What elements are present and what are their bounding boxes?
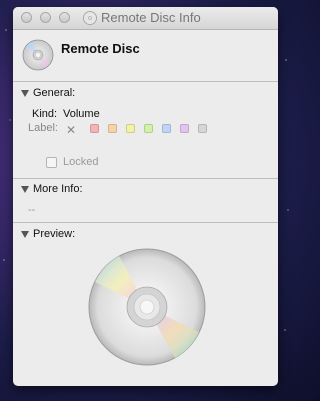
label-red[interactable] bbox=[90, 124, 99, 133]
section-preview[interactable]: Preview: bbox=[21, 228, 75, 240]
separator bbox=[13, 222, 278, 223]
kind-value: Volume bbox=[63, 108, 100, 120]
window-title-text: Remote Disc Info bbox=[101, 10, 201, 25]
disclosure-triangle-icon[interactable] bbox=[21, 185, 29, 193]
disc-icon bbox=[22, 39, 54, 71]
label-gray[interactable] bbox=[198, 124, 207, 133]
kind-label: Kind: bbox=[32, 108, 58, 120]
x-icon[interactable]: ✕ bbox=[66, 123, 76, 137]
section-more-info[interactable]: More Info: bbox=[21, 183, 83, 195]
label-orange[interactable] bbox=[108, 124, 117, 133]
locked-checkbox[interactable] bbox=[46, 157, 57, 168]
disc-preview-icon bbox=[88, 248, 206, 366]
disclosure-triangle-icon[interactable] bbox=[21, 89, 29, 97]
minimize-button[interactable] bbox=[40, 12, 51, 23]
disc-icon bbox=[83, 10, 97, 25]
label-green[interactable] bbox=[144, 124, 153, 133]
label-purple[interactable] bbox=[180, 124, 189, 133]
locked-label: Locked bbox=[63, 156, 99, 168]
zoom-button[interactable] bbox=[59, 12, 70, 23]
disclosure-triangle-icon[interactable] bbox=[21, 230, 29, 238]
disc-header: Remote Disc bbox=[13, 37, 278, 85]
more-info-value: -- bbox=[28, 204, 36, 216]
close-button[interactable] bbox=[21, 12, 32, 23]
label-label: Label: bbox=[28, 122, 58, 134]
separator bbox=[13, 81, 278, 82]
info-window: Remote Disc Info Remote Disc General: Ki… bbox=[13, 7, 278, 386]
disc-name: Remote Disc bbox=[61, 41, 140, 56]
section-more-info-title: More Info: bbox=[33, 183, 83, 195]
section-preview-title: Preview: bbox=[33, 228, 76, 240]
section-general-title: General: bbox=[33, 87, 76, 99]
title-bar[interactable]: Remote Disc Info bbox=[13, 7, 278, 30]
section-general[interactable]: General: bbox=[21, 87, 75, 99]
label-yellow[interactable] bbox=[126, 124, 135, 133]
window-title: Remote Disc Info bbox=[83, 10, 201, 25]
label-blue[interactable] bbox=[162, 124, 171, 133]
separator bbox=[13, 178, 278, 179]
